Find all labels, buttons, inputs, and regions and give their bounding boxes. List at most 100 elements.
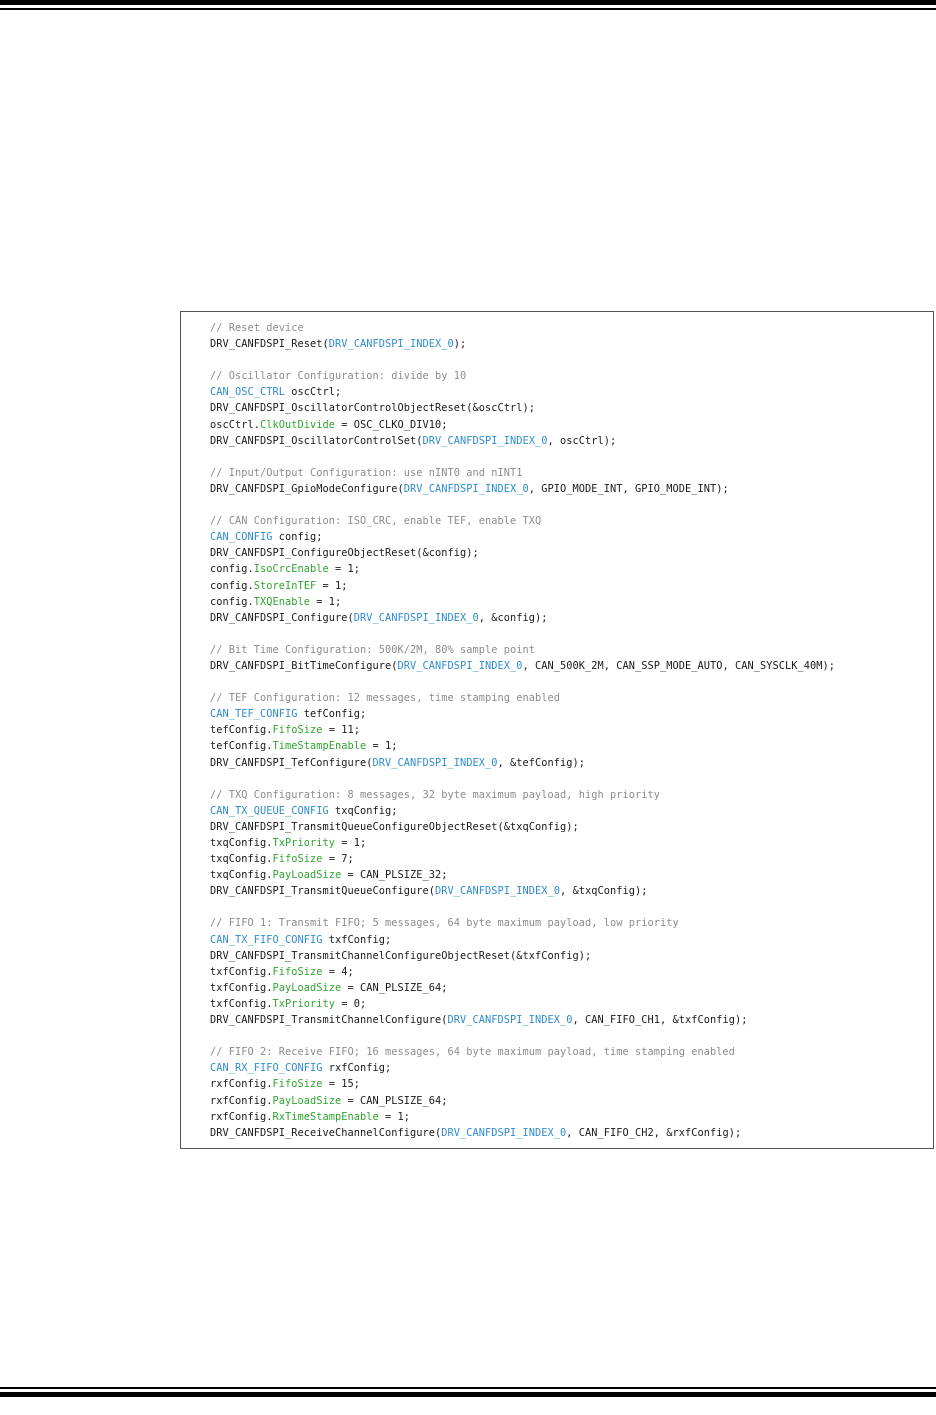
code-field-token: FifoSize bbox=[272, 1078, 323, 1091]
code-type-token: DRV_CANFDSPI_INDEX_0 bbox=[397, 659, 523, 672]
code-text: rxfConfig. bbox=[210, 1094, 273, 1107]
code-comment: // Reset device bbox=[210, 322, 304, 334]
code-text: = 1; bbox=[366, 740, 398, 753]
code-line: // FIFO 2: Receive FIFO; 16 messages, 64… bbox=[210, 1044, 835, 1060]
code-listing-box: // Reset device DRV_CANFDSPI_Reset(DRV_CA… bbox=[180, 311, 934, 1149]
code-line: // Oscillator Configuration: divide by 1… bbox=[210, 368, 835, 384]
code-text: txqConfig. bbox=[210, 837, 273, 849]
code-text: txfConfig; bbox=[322, 933, 392, 946]
code-text: DRV_CANFDSPI_Configure( bbox=[210, 611, 354, 624]
code-type-token: CAN_CONFIG bbox=[210, 531, 273, 544]
code-line: CAN_TEF_CONFIG tefConfig; bbox=[210, 706, 835, 722]
code-text: txqConfig. bbox=[210, 869, 273, 882]
code-type-token: CAN_TX_FIFO_CONFIG bbox=[210, 933, 323, 946]
code-text: = CAN_PLSIZE_32; bbox=[341, 869, 448, 882]
footer-rule-thin bbox=[0, 1387, 936, 1389]
code-text: txfConfig. bbox=[210, 997, 273, 1010]
code-text: tefConfig. bbox=[210, 724, 273, 737]
code-type-token: DRV_CANFDSPI_INDEX_0 bbox=[353, 611, 479, 624]
code-line: DRV_CANFDSPI_ConfigureObjectReset(&confi… bbox=[210, 545, 835, 561]
code-text: DRV_CANFDSPI_TransmitQueueConfigure( bbox=[210, 885, 435, 898]
code-line: rxfConfig.FifoSize = 15; bbox=[210, 1076, 835, 1092]
code-field-token: PayLoadSize bbox=[272, 981, 342, 994]
code-text: txfConfig. bbox=[210, 965, 273, 978]
code-field-token: TXQEnable bbox=[253, 595, 310, 608]
code-field-token: PayLoadSize bbox=[272, 1094, 342, 1107]
code-type-token: CAN_OSC_CTRL bbox=[210, 386, 285, 399]
code-text: , &txqConfig); bbox=[559, 885, 648, 898]
code-line: txfConfig.FifoSize = 4; bbox=[210, 964, 835, 980]
code-text: = OSC_CLKO_DIV10; bbox=[335, 418, 448, 431]
code-comment: // FIFO 2: Receive FIFO; 16 messages, 64… bbox=[210, 1046, 735, 1059]
code-text: = 15; bbox=[322, 1078, 360, 1091]
code-line: DRV_CANFDSPI_TransmitQueueConfigure(DRV_… bbox=[210, 883, 835, 899]
code-comment: // Oscillator Configuration: divide by 1… bbox=[210, 370, 467, 383]
code-text: , &tefConfig); bbox=[497, 756, 585, 769]
code-type-token: CAN_TX_QUEUE_CONFIG bbox=[210, 804, 329, 817]
code-line: DRV_CANFDSPI_OscillatorControlObjectRese… bbox=[210, 400, 835, 416]
code-line: CAN_OSC_CTRL oscCtrl; bbox=[210, 384, 835, 400]
header-rule-thick bbox=[0, 0, 936, 5]
code-line: DRV_CANFDSPI_TransmitChannelConfigure(DR… bbox=[210, 1012, 835, 1028]
code-line: CAN_TX_FIFO_CONFIG txfConfig; bbox=[210, 932, 835, 948]
code-line: // FIFO 1: Transmit FIFO; 5 messages, 64… bbox=[210, 915, 835, 931]
header-rule-thin bbox=[0, 8, 936, 10]
code-text: = 1; bbox=[378, 1110, 410, 1123]
code-line: DRV_CANFDSPI_Configure(DRV_CANFDSPI_INDE… bbox=[210, 610, 835, 626]
code-text: , CAN_500K_2M, CAN_SSP_MODE_AUTO, CAN_SY… bbox=[522, 659, 835, 672]
code-line: DRV_CANFDSPI_OscillatorControlSet(DRV_CA… bbox=[210, 433, 835, 449]
code-text: , oscCtrl); bbox=[547, 434, 617, 447]
code-line: // CAN Configuration: ISO_CRC, enable TE… bbox=[210, 513, 835, 529]
code-field-token: RxTimeStampEnable bbox=[272, 1110, 379, 1123]
code-text: , &config); bbox=[478, 611, 548, 624]
code-text: = CAN_PLSIZE_64; bbox=[341, 1094, 448, 1107]
code-line: DRV_CANFDSPI_BitTimeConfigure(DRV_CANFDS… bbox=[210, 658, 835, 674]
code-text: config. bbox=[210, 595, 254, 608]
code-text: DRV_CANFDSPI_OscillatorControlSet( bbox=[210, 434, 423, 447]
code-text: config. bbox=[210, 579, 254, 592]
code-field-token: StoreInTEF bbox=[253, 579, 317, 592]
code-line: DRV_CANFDSPI_Reset(DRV_CANFDSPI_INDEX_0)… bbox=[210, 336, 835, 352]
code-line: txqConfig.PayLoadSize = CAN_PLSIZE_32; bbox=[210, 867, 835, 883]
code-text: DRV_CANFDSPI_OscillatorControlObjectRese… bbox=[210, 402, 535, 415]
code-line: DRV_CANFDSPI_TefConfigure(DRV_CANFDSPI_I… bbox=[210, 755, 835, 771]
code-text: DRV_CANFDSPI_BitTimeConfigure( bbox=[210, 659, 398, 672]
code-type-token: DRV_CANFDSPI_INDEX_0 bbox=[434, 885, 560, 898]
footer-rule-thick bbox=[0, 1392, 936, 1397]
code-line: DRV_CANFDSPI_TransmitQueueConfigureObjec… bbox=[210, 819, 835, 835]
code-comment: // Input/Output Configuration: use nINT0… bbox=[210, 466, 523, 479]
code-comment: // TXQ Configuration: 8 messages, 32 byt… bbox=[210, 788, 660, 801]
code-text: rxfConfig. bbox=[210, 1078, 273, 1091]
code-line: CAN_RX_FIFO_CONFIG rxfConfig; bbox=[210, 1060, 835, 1076]
code-text: config. bbox=[210, 563, 254, 576]
code-text: DRV_CANFDSPI_TefConfigure( bbox=[210, 756, 373, 769]
code-line: CAN_CONFIG config; bbox=[210, 529, 835, 545]
code-text: , GPIO_MODE_INT, GPIO_MODE_INT); bbox=[528, 482, 729, 495]
code-line: oscCtrl.ClkOutDivide = OSC_CLKO_DIV10; bbox=[210, 417, 835, 433]
code-type-token: DRV_CANFDSPI_INDEX_0 bbox=[403, 482, 529, 495]
code-field-token: IsoCrcEnable bbox=[253, 563, 329, 576]
code-type-token: DRV_CANFDSPI_INDEX_0 bbox=[328, 338, 454, 351]
code-line: DRV_CANFDSPI_GpioModeConfigure(DRV_CANFD… bbox=[210, 481, 835, 497]
code-text: DRV_CANFDSPI_TransmitQueueConfigureObjec… bbox=[210, 820, 579, 833]
code-type-token: DRV_CANFDSPI_INDEX_0 bbox=[447, 1014, 573, 1027]
code-text: txqConfig. bbox=[210, 853, 273, 866]
code-line: // Reset device bbox=[210, 320, 835, 336]
code-field-token: TimeStampEnable bbox=[272, 740, 367, 753]
code-field-token: FifoSize bbox=[272, 965, 323, 978]
code-field-token: ClkOutDivide bbox=[260, 418, 335, 431]
code-field-token: PayLoadSize bbox=[272, 869, 342, 882]
code-text: = 1; bbox=[310, 595, 342, 608]
code-line: txqConfig.TxPriority = 1; bbox=[210, 835, 835, 851]
code-line: // Input/Output Configuration: use nINT0… bbox=[210, 465, 835, 481]
code-text: config; bbox=[272, 531, 323, 544]
code-line: rxfConfig.PayLoadSize = CAN_PLSIZE_64; bbox=[210, 1093, 835, 1109]
code-comment: // FIFO 1: Transmit FIFO; 5 messages, 64… bbox=[210, 917, 679, 930]
code-text: rxfConfig; bbox=[322, 1062, 392, 1075]
code-text: ); bbox=[453, 338, 467, 351]
